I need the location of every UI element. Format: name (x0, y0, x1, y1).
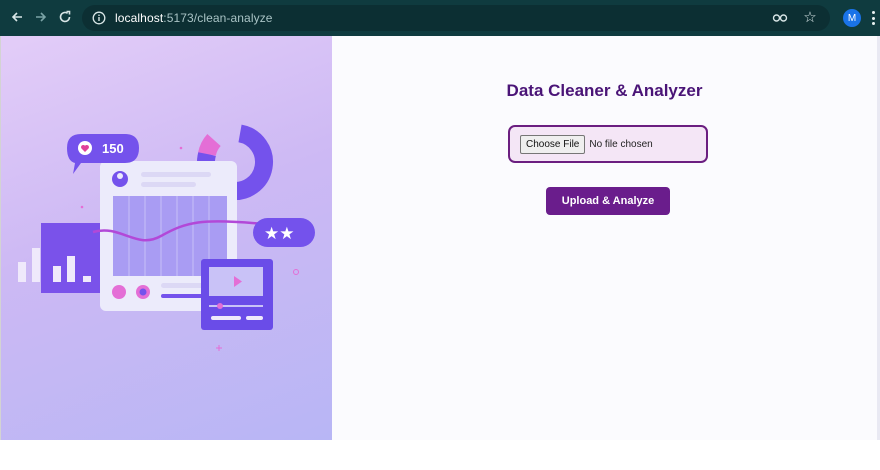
upload-analyze-button[interactable]: Upload & Analyze (546, 187, 670, 215)
bar-graphic (67, 256, 75, 282)
page-title: Data Cleaner & Analyzer (506, 81, 703, 100)
choose-file-button[interactable]: Choose File (520, 134, 586, 154)
file-input-container: Choose File No file chosen (508, 125, 708, 163)
reload-icon[interactable] (54, 6, 76, 28)
page-content: 150 ★★ Data Cleaner & Analyzer Choose Fi… (0, 36, 880, 440)
bar-graphic (53, 266, 61, 282)
url-path: :5173/clean-analyze (163, 11, 273, 25)
profile-avatar[interactable]: M (843, 9, 861, 27)
back-arrow-icon[interactable] (6, 6, 28, 28)
page-bottom-area (0, 440, 880, 470)
analytics-illustration: 150 ★★ (18, 124, 315, 351)
bar-graphic (32, 248, 40, 282)
analyzer-form-panel: Data Cleaner & Analyzer Choose File No f… (332, 36, 880, 440)
browser-toolbar: localhost:5173/clean-analyze ☆ M (0, 0, 880, 36)
file-status-text: No file chosen (589, 138, 653, 150)
password-key-icon[interactable] (772, 10, 788, 26)
address-bar[interactable]: localhost:5173/clean-analyze ☆ (82, 5, 830, 31)
url-host: localhost (115, 11, 164, 25)
url-text: localhost:5173/clean-analyze (115, 11, 273, 25)
likes-count: 150 (102, 141, 124, 156)
illustration-panel: 150 ★★ (0, 36, 332, 440)
bar-graphic (83, 276, 91, 282)
forward-arrow-icon[interactable] (30, 6, 52, 28)
bookmark-star-icon[interactable]: ☆ (802, 10, 818, 26)
rating-stars: ★★ (264, 224, 294, 244)
browser-menu-icon[interactable] (869, 9, 877, 27)
site-info-icon[interactable] (91, 10, 107, 26)
heart-button-graphic (112, 285, 126, 299)
bar-graphic (18, 262, 26, 282)
donut-segment (198, 133, 222, 157)
